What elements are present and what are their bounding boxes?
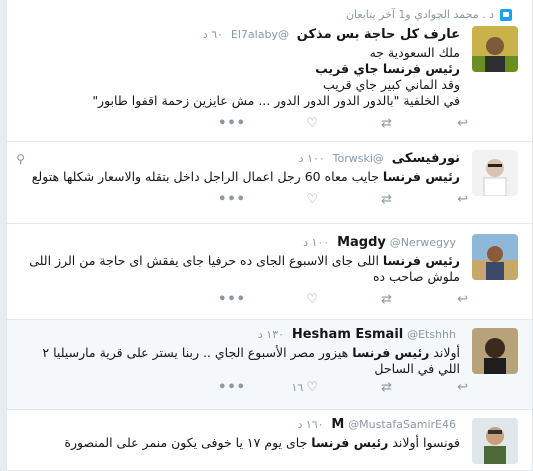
tweet-line: رئيس فرنسا جاي قريب <box>315 61 460 76</box>
like-icon: ♡ <box>306 380 318 395</box>
like-icon[interactable]: ♡ <box>306 192 318 208</box>
more-icon[interactable]: ••• <box>218 192 246 208</box>
timestamp[interactable]: ٦٠ د <box>203 28 223 41</box>
retweet-icon[interactable]: ⇄ <box>381 292 392 308</box>
retweet-icon[interactable]: ⇄ <box>381 116 392 132</box>
tweet-line: في الخلفية "بالدور الدور الدور الدور ...… <box>92 93 460 108</box>
tweet[interactable]: Hesham Esmail @Etshhh ١٣٠ د أولاند رئيس … <box>7 320 532 410</box>
like-button[interactable]: ♡١٦ <box>292 380 318 396</box>
highlighted-keyword: رئيس فرنسا <box>382 253 460 268</box>
highlighted-keyword: رئيس فرنسا <box>352 345 430 360</box>
display-name[interactable]: عارف كل حاجة بس مذكن <box>297 27 460 42</box>
tweet[interactable]: M @MustafaSamirE46 ١٦٠ د فونسوا أولاند ر… <box>7 410 532 471</box>
timestamp[interactable]: ١٦٠ د <box>297 418 323 431</box>
like-count: ١٦ <box>291 381 304 394</box>
tweet-line: فونسوا أولاند رئيس فرنسا جاى يوم ١٧ يا خ… <box>64 435 460 450</box>
tweet-text: أولاند رئيس فرنسا هيزور مصر الأسبوع الجا… <box>23 345 460 377</box>
tweet-header: Magdy @Nerwegyy ١٠٠ د <box>23 234 460 251</box>
reply-icon[interactable]: ↩ <box>457 292 468 308</box>
tweet-header: Hesham Esmail @Etshhh ١٣٠ د <box>23 326 460 343</box>
more-icon[interactable]: ••• <box>218 380 246 396</box>
tweet-text: فونسوا أولاند رئيس فرنسا جاى يوم ١٧ يا خ… <box>23 435 460 451</box>
tweet-text: رئيس فرنسا اللى جاى الاسبوع الجاى ده حرف… <box>23 253 460 285</box>
tweet-line: أولاند رئيس فرنسا هيزور مصر الأسبوع الجا… <box>42 345 460 376</box>
timestamp[interactable]: ١٠٠ د <box>303 236 329 249</box>
like-icon[interactable]: ♡ <box>306 292 318 308</box>
social-context: د . محمد الجوادي و1 آخر يتابعان <box>346 8 512 21</box>
more-icon[interactable]: ••• <box>218 292 246 308</box>
reply-icon[interactable]: ↩ <box>457 116 468 132</box>
retweet-icon[interactable]: ⇄ <box>381 192 392 208</box>
tweet[interactable]: ⚲ نورفيسكى @Torwski ١٠٠ د رئيس فرنسا جاي… <box>7 142 532 224</box>
display-name[interactable]: Magdy <box>337 235 386 250</box>
highlighted-keyword: رئيس فرنسا <box>382 61 460 76</box>
highlighted-keyword: رئيس فرنسا <box>311 435 389 450</box>
avatar[interactable] <box>472 328 518 374</box>
display-name[interactable]: Hesham Esmail <box>292 327 403 342</box>
tweet-line: ملك السعودية جه <box>369 45 460 60</box>
reply-icon[interactable]: ↩ <box>457 192 468 208</box>
display-name[interactable]: نورفيسكى <box>392 151 460 166</box>
retweet-icon[interactable]: ⇄ <box>381 380 392 396</box>
tweet-header: عارف كل حاجة بس مذكن @El7alaby ٦٠ د <box>23 26 460 43</box>
user-handle[interactable]: @MustafaSamirE46 <box>348 418 456 431</box>
tweet-text: ملك السعودية جه رئيس فرنسا جاي قريب وقد … <box>23 45 460 109</box>
avatar[interactable] <box>472 150 518 196</box>
avatar[interactable] <box>472 418 518 464</box>
tweet-header: نورفيسكى @Torwski ١٠٠ د <box>23 150 460 167</box>
timestamp[interactable]: ١٠٠ د <box>299 152 325 165</box>
highlighted-keyword: رئيس فرنسا <box>382 169 460 184</box>
user-handle[interactable]: @Etshhh <box>407 328 456 341</box>
tweet-line: رئيس فرنسا جايب معاه 60 رجل اعمال الراجل… <box>31 169 460 184</box>
tweet-header: M @MustafaSamirE46 ١٦٠ د <box>23 416 460 433</box>
tweet-line: رئيس فرنسا اللى جاى الاسبوع الجاى ده حرف… <box>29 253 460 284</box>
more-icon[interactable]: ••• <box>218 116 246 132</box>
follow-context-icon <box>500 9 512 21</box>
tweet-line: وقد الماني كبير جاي قريب <box>322 77 460 92</box>
timestamp[interactable]: ١٣٠ د <box>258 328 284 341</box>
tweet[interactable]: د . محمد الجوادي و1 آخر يتابعان عارف كل … <box>7 0 532 142</box>
like-icon[interactable]: ♡ <box>306 116 318 132</box>
avatar[interactable] <box>472 26 518 72</box>
reply-icon[interactable]: ↩ <box>457 380 468 396</box>
avatar[interactable] <box>472 234 518 280</box>
user-handle[interactable]: @Nerwegyy <box>390 236 456 249</box>
user-handle[interactable]: @Torwski <box>333 152 384 165</box>
timeline: د . محمد الجوادي و1 آخر يتابعان عارف كل … <box>6 0 533 471</box>
display-name[interactable]: M <box>331 417 344 432</box>
user-handle[interactable]: @El7alaby <box>231 28 289 41</box>
tweet[interactable]: Magdy @Nerwegyy ١٠٠ د رئيس فرنسا اللى جا… <box>7 224 532 320</box>
tweet-text: رئيس فرنسا جايب معاه 60 رجل اعمال الراجل… <box>23 169 460 185</box>
